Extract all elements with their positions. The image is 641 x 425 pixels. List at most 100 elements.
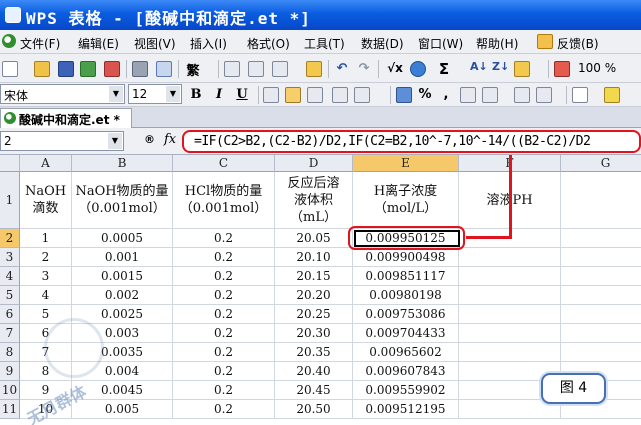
print-icon[interactable] <box>132 61 148 77</box>
undo-icon[interactable]: ↶ <box>334 61 350 76</box>
table-cell[interactable]: 0.0015 <box>72 267 173 286</box>
header-cell-b[interactable]: NaOH物质的量 （0.001mol） <box>72 172 173 229</box>
header-cell-g[interactable] <box>561 172 641 229</box>
header-cell-a[interactable]: NaOH 滴数 <box>20 172 72 229</box>
table-cell[interactable]: 0.001 <box>72 248 173 267</box>
percent-icon[interactable]: % <box>418 87 432 102</box>
column-header-e[interactable]: E <box>353 155 459 172</box>
table-cell[interactable]: 2 <box>20 248 72 267</box>
table-cell[interactable]: 20.40 <box>275 362 353 381</box>
row-header[interactable]: 2 <box>0 229 20 248</box>
table-cell[interactable] <box>561 248 641 267</box>
table-cell[interactable] <box>561 305 641 324</box>
italic-button[interactable]: I <box>211 87 227 102</box>
new-file-icon[interactable] <box>2 61 18 77</box>
paste-icon[interactable] <box>272 61 288 77</box>
increase-decimal-icon[interactable] <box>460 87 476 103</box>
row-header[interactable]: 5 <box>0 286 20 305</box>
table-cell[interactable]: 0.2 <box>173 324 275 343</box>
table-cell[interactable]: 0.2 <box>173 305 275 324</box>
column-header-b[interactable]: B <box>72 155 173 172</box>
redo-icon[interactable]: ↷ <box>356 61 372 76</box>
row-header[interactable]: 11 <box>0 400 20 419</box>
table-cell[interactable]: 20.15 <box>275 267 353 286</box>
table-cell[interactable]: 20.50 <box>275 400 353 419</box>
table-cell[interactable]: 3 <box>20 267 72 286</box>
chart-icon[interactable] <box>554 61 570 77</box>
hyperlink-icon[interactable] <box>410 61 426 77</box>
menu-view[interactable]: 视图(V) <box>134 35 176 52</box>
menu-tools[interactable]: 工具(T) <box>304 35 345 52</box>
table-cell[interactable]: 20.25 <box>275 305 353 324</box>
row-header[interactable]: 9 <box>0 362 20 381</box>
decrease-indent-icon[interactable] <box>514 87 530 103</box>
increase-indent-icon[interactable] <box>536 87 552 103</box>
chevron-down-icon[interactable]: ▼ <box>109 86 123 102</box>
table-cell[interactable]: 20.30 <box>275 324 353 343</box>
table-cell[interactable] <box>561 267 641 286</box>
menu-help[interactable]: 帮助(H) <box>476 35 518 52</box>
table-cell[interactable]: 0.2 <box>173 267 275 286</box>
table-cell[interactable]: 0.009704433 <box>353 324 459 343</box>
table-cell[interactable]: 0.009753086 <box>353 305 459 324</box>
sort-descending-icon[interactable]: Z↓ <box>492 60 509 73</box>
row-header[interactable]: 4 <box>0 267 20 286</box>
table-cell[interactable]: 0.2 <box>173 343 275 362</box>
tab-document[interactable]: 酸碱中和滴定.et * <box>0 108 132 128</box>
menu-insert[interactable]: 插入(I) <box>190 35 227 52</box>
borders-icon[interactable] <box>572 87 588 103</box>
menu-edit[interactable]: 编辑(E) <box>78 35 119 52</box>
table-cell[interactable] <box>459 324 561 343</box>
column-header-d[interactable]: D <box>275 155 353 172</box>
table-cell[interactable]: 0.0005 <box>72 229 173 248</box>
table-cell[interactable]: 0.2 <box>173 229 275 248</box>
menu-feedback[interactable]: 反馈(B) <box>557 35 599 52</box>
table-cell[interactable] <box>459 305 561 324</box>
comma-style-icon[interactable]: , <box>440 87 452 102</box>
row-header[interactable]: 3 <box>0 248 20 267</box>
format-painter-icon[interactable] <box>306 61 322 77</box>
row-header[interactable]: 1 <box>0 172 20 229</box>
table-cell[interactable]: 0.00980198 <box>353 286 459 305</box>
formula-input[interactable]: =IF(C2>B2,(C2-B2)/D2,IF(C2=B2,10^-7,10^-… <box>182 130 641 153</box>
font-name-select[interactable]: 宋体 ▼ <box>0 84 125 104</box>
insert-function-icon[interactable]: fx <box>164 132 176 147</box>
row-header[interactable]: 7 <box>0 324 20 343</box>
table-cell[interactable]: 0.2 <box>173 362 275 381</box>
autosum-icon[interactable]: Σ <box>436 60 452 78</box>
table-cell[interactable]: 20.05 <box>275 229 353 248</box>
header-cell-d[interactable]: 反应后溶 液体积 （mL） <box>275 172 353 229</box>
align-center-icon[interactable] <box>285 87 301 103</box>
font-size-select[interactable]: 12 ▼ <box>128 84 182 104</box>
export-pdf-icon[interactable] <box>104 61 120 77</box>
row-header[interactable]: 10 <box>0 381 20 400</box>
table-cell[interactable]: 0.2 <box>173 381 275 400</box>
function-icon[interactable]: √x <box>384 61 406 75</box>
table-cell[interactable]: 0.009607843 <box>353 362 459 381</box>
cut-icon[interactable] <box>248 61 264 77</box>
feedback-icon[interactable] <box>537 34 553 49</box>
zoom-level[interactable]: 100 % <box>578 61 616 75</box>
save-icon[interactable] <box>58 61 74 77</box>
merge-cells-icon[interactable] <box>354 87 370 103</box>
table-cell[interactable] <box>561 229 641 248</box>
decrease-decimal-icon[interactable] <box>482 87 498 103</box>
table-cell[interactable]: 20.10 <box>275 248 353 267</box>
table-cell[interactable] <box>561 343 641 362</box>
table-cell[interactable]: 0.2 <box>173 286 275 305</box>
menu-window[interactable]: 窗口(W) <box>418 35 463 52</box>
table-cell[interactable] <box>459 343 561 362</box>
filter-icon[interactable] <box>514 61 530 77</box>
table-cell[interactable] <box>459 267 561 286</box>
table-cell[interactable]: 1 <box>20 229 72 248</box>
table-cell[interactable]: 20.45 <box>275 381 353 400</box>
table-cell[interactable]: 0.009559902 <box>353 381 459 400</box>
cancel-formula-icon[interactable]: ® <box>144 133 155 146</box>
table-cell[interactable] <box>561 324 641 343</box>
align-right-icon[interactable] <box>307 87 323 103</box>
name-box[interactable]: 2 ▼ <box>0 131 124 151</box>
currency-icon[interactable] <box>396 87 412 103</box>
header-cell-e[interactable]: H离子浓度 （mol/L） <box>353 172 459 229</box>
chevron-down-icon[interactable]: ▼ <box>108 133 122 149</box>
column-header-g[interactable]: G <box>561 155 641 172</box>
